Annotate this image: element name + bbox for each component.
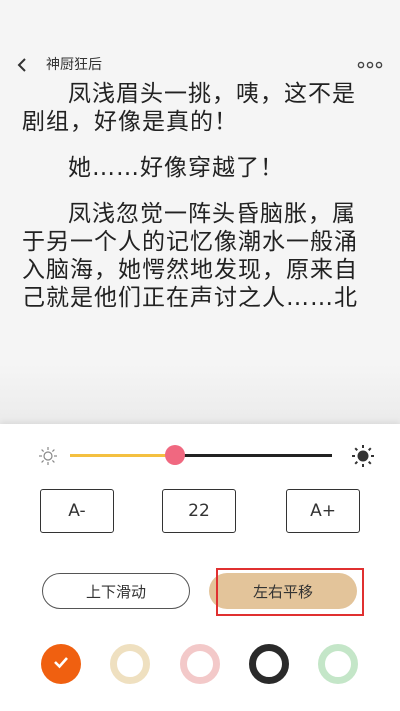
book-title: 神厨狂后 [46, 57, 102, 73]
sun-large-icon [351, 444, 375, 468]
paragraph: 凤浅忽觉一阵头昏脑胀，属于另一个人的记忆像潮水一般涌入脑海，她愕然地发现，原来自… [22, 201, 358, 311]
brightness-fill [70, 454, 175, 457]
brightness-thumb[interactable] [164, 445, 185, 465]
reading-settings-panel: A- 22 A+ 上下滑动 左右平移 [0, 424, 400, 711]
more-horizontal-icon[interactable] [357, 55, 383, 75]
theme-dark-swatch[interactable] [249, 644, 289, 684]
slide-mode-button[interactable]: 左右平移 [209, 573, 357, 609]
theme-green-swatch[interactable] [318, 644, 358, 684]
page-mode-control: 上下滑动 左右平移 [0, 568, 400, 620]
theme-pink-swatch[interactable] [180, 644, 220, 684]
brightness-control [0, 434, 400, 478]
check-icon [51, 652, 71, 676]
reading-content[interactable]: 凤浅眉头一挑，咦，这不是剧组，好像是真的！ 她……好像穿越了！ 凤浅忽觉一阵头昏… [0, 80, 400, 424]
decrease-font-button[interactable]: A- [40, 489, 114, 533]
increase-font-button[interactable]: A+ [286, 489, 360, 533]
theme-selector [0, 642, 400, 692]
sun-small-icon [38, 446, 58, 466]
content-fade [0, 364, 400, 424]
font-size-value: 22 [162, 489, 236, 533]
chevron-left-icon[interactable] [14, 55, 32, 75]
brightness-slider[interactable] [70, 445, 332, 465]
theme-beige-swatch[interactable] [110, 644, 150, 684]
top-bar: 神厨狂后 [0, 0, 400, 73]
paragraph: 她……好像穿越了！ [68, 155, 284, 181]
theme-orange-swatch[interactable] [41, 644, 81, 684]
paragraph: 凤浅眉头一挑，咦，这不是剧组，好像是真的！ [22, 81, 356, 135]
font-size-control: A- 22 A+ [0, 489, 400, 535]
scroll-mode-button[interactable]: 上下滑动 [42, 573, 190, 609]
